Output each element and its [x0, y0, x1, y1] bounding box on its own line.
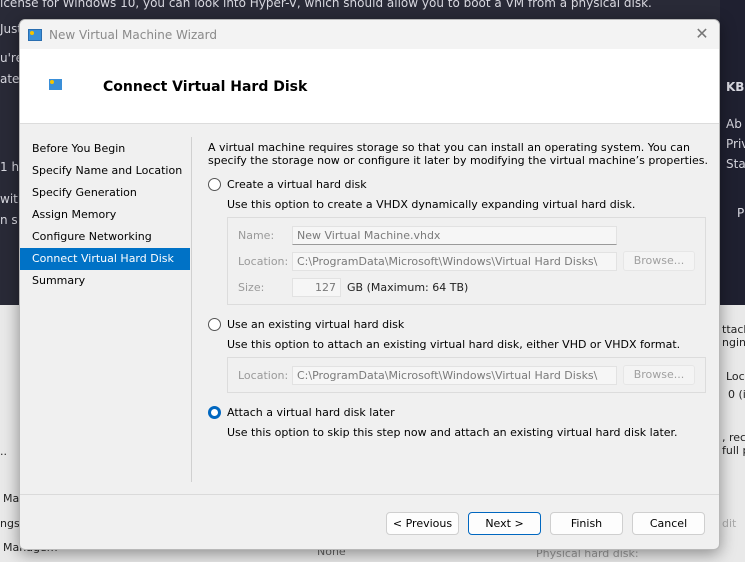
attach-later-radio[interactable] [208, 406, 221, 419]
location-label: Location: [238, 254, 289, 268]
virtual-machine-icon [49, 79, 62, 90]
create-vhd-radio[interactable] [208, 178, 221, 191]
hyper-v-icon [28, 28, 42, 41]
attach-later-description: Use this option to skip this step now an… [227, 426, 678, 439]
create-vhd-group: Name: New Virtual Machine.vhdx Location:… [227, 217, 706, 305]
background-text: dit [722, 517, 737, 530]
background-text: 0 (i [728, 388, 745, 401]
background-text: Ab [726, 117, 742, 131]
size-unit: GB (Maximum: 64 TB) [347, 280, 469, 294]
background-text: 1 h [0, 160, 20, 174]
create-vhd-label: Create a virtual hard disk [227, 178, 367, 191]
nav-step-connect-vhd[interactable]: Connect Virtual Hard Disk [20, 248, 190, 270]
attach-later-option[interactable]: Attach a virtual hard disk later [208, 406, 708, 419]
existing-vhd-group: Location: C:\ProgramData\Microsoft\Windo… [227, 357, 706, 393]
size-label: Size: [238, 280, 265, 294]
close-icon[interactable]: ✕ [693, 25, 711, 43]
background-text: , rec [722, 431, 745, 444]
background-text: .. [0, 445, 7, 458]
existing-vhd-radio[interactable] [208, 318, 221, 331]
next-button[interactable]: Next > [468, 512, 541, 535]
browse-button[interactable]: Browse... [623, 365, 695, 385]
background-text: Ma [3, 492, 20, 505]
create-vhd-option[interactable]: Create a virtual hard disk [208, 178, 708, 191]
window-title: New Virtual Machine Wizard [49, 27, 217, 42]
background-text: Sta [726, 157, 745, 171]
nav-step-summary[interactable]: Summary [20, 270, 190, 292]
location-label: Location: [238, 368, 289, 382]
background-text: Loca [726, 370, 745, 383]
wizard-steps-nav: Before You Begin Specify Name and Locati… [20, 138, 190, 292]
background-text: full pa [722, 444, 745, 457]
name-label: Name: [238, 228, 275, 242]
existing-vhd-label: Use an existing virtual hard disk [227, 318, 405, 331]
wizard-content: A virtual machine requires storage so th… [208, 141, 708, 439]
nav-step-before-you-begin[interactable]: Before You Begin [20, 138, 190, 160]
background-sidebar [720, 0, 745, 305]
divider [20, 494, 719, 495]
create-vhd-description: Use this option to create a VHDX dynamic… [227, 198, 636, 211]
nav-step-memory[interactable]: Assign Memory [20, 204, 190, 226]
background-text: ate [0, 72, 20, 86]
nav-step-generation[interactable]: Specify Generation [20, 182, 190, 204]
wizard-header: Connect Virtual Hard Disk [20, 49, 719, 124]
background-text: n s [0, 213, 18, 227]
browse-button[interactable]: Browse... [623, 251, 695, 271]
nav-step-networking[interactable]: Configure Networking [20, 226, 190, 248]
divider [191, 137, 192, 482]
vhd-name-input[interactable]: New Virtual Machine.vhdx [292, 225, 617, 245]
existing-vhd-option[interactable]: Use an existing virtual hard disk [208, 318, 708, 331]
nav-step-name-location[interactable]: Specify Name and Location [20, 160, 190, 182]
page-title: Connect Virtual Hard Disk [103, 79, 308, 95]
background-text: Priv [726, 137, 745, 151]
previous-button[interactable]: < Previous [386, 512, 459, 535]
background-text: icense for Windows 10, you can look into… [0, 0, 652, 10]
finish-button[interactable]: Finish [550, 512, 623, 535]
vhd-location-input[interactable]: C:\ProgramData\Microsoft\Windows\Virtual… [292, 251, 617, 271]
background-text: P [737, 206, 745, 220]
background-text: KBI [726, 80, 745, 94]
attach-later-label: Attach a virtual hard disk later [227, 406, 395, 419]
background-text: nging [722, 336, 745, 349]
cancel-button[interactable]: Cancel [632, 512, 705, 535]
background-text: ttach [722, 323, 745, 336]
vhd-size-input[interactable]: 127 [292, 277, 341, 297]
intro-text: A virtual machine requires storage so th… [208, 141, 708, 167]
title-bar[interactable]: New Virtual Machine Wizard ✕ [20, 20, 719, 49]
existing-vhd-description: Use this option to attach an existing vi… [227, 338, 681, 351]
new-vm-wizard-dialog: New Virtual Machine Wizard ✕ Connect Vir… [19, 19, 720, 550]
existing-location-input[interactable]: C:\ProgramData\Microsoft\Windows\Virtual… [292, 365, 617, 385]
